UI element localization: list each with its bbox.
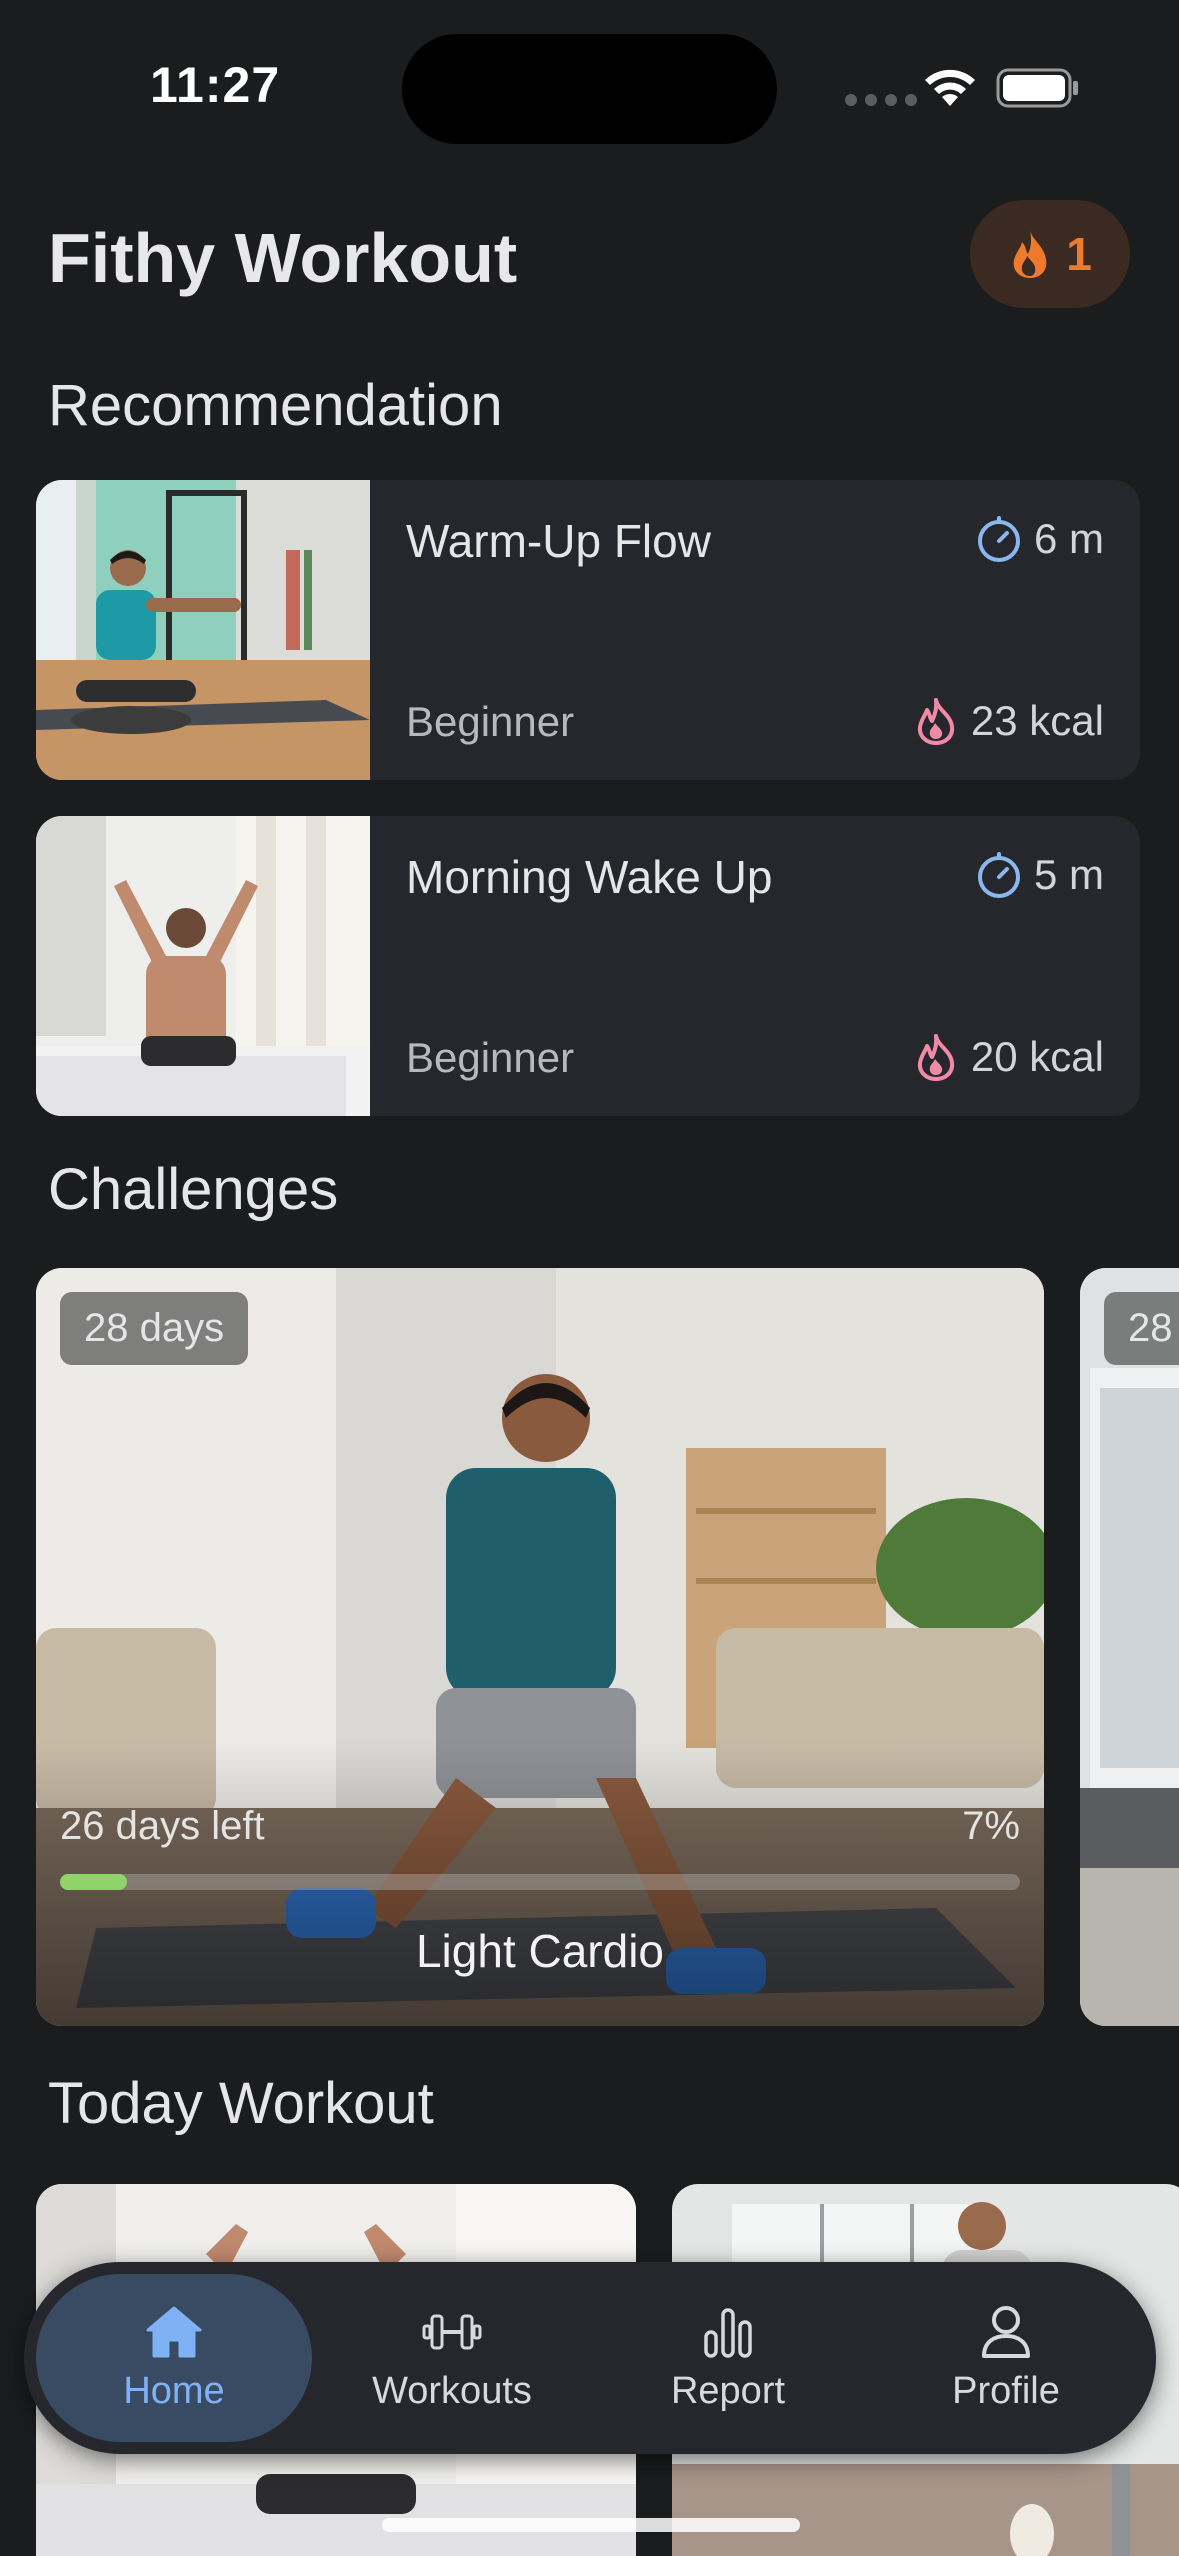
dumbbell-icon — [422, 2314, 482, 2349]
app-title: Fithy Workout — [48, 219, 518, 297]
challenge-progress-percent: 7% — [962, 1804, 1020, 1848]
workout-thumbnail — [36, 480, 370, 780]
calorie-flame-icon — [917, 1034, 954, 1081]
timer-icon — [977, 516, 1020, 562]
cellular-signal-icon — [845, 94, 917, 106]
workout-kcal: 23 kcal — [911, 696, 1104, 746]
bottom-navigation-bar: Home Workouts Report Profile — [24, 2262, 1156, 2454]
workout-duration: 6 m — [974, 514, 1104, 564]
workout-duration: 5 m — [974, 850, 1104, 900]
challenge-image — [36, 1268, 1044, 2026]
challenge-card[interactable]: 28 — [1080, 1268, 1179, 2026]
timer-icon — [977, 852, 1020, 898]
streak-count: 1 — [1066, 228, 1092, 280]
status-time: 11:27 — [150, 57, 281, 113]
workout-kcal: 20 kcal — [911, 1032, 1104, 1082]
dynamic-island — [402, 34, 777, 144]
wifi-icon — [925, 69, 975, 106]
recommendation-card[interactable]: Warm-Up Flow 6 m Beginner 23 kcal — [36, 480, 1140, 780]
challenge-progress-fill — [60, 1874, 128, 1890]
challenge-progress-bar — [60, 1874, 1020, 1890]
flame-icon — [1013, 230, 1047, 278]
challenge-card[interactable]: 28 days 26 days left 7% Light Cardio — [36, 1268, 1044, 2026]
challenge-name: Light Cardio — [415, 1925, 665, 1977]
challenge-duration-badge: 28 days — [60, 1292, 249, 1365]
nav-label: Workouts — [372, 2369, 532, 2412]
status-bar: 11:27 — [0, 0, 1179, 170]
streak-badge[interactable]: 1 — [970, 200, 1130, 308]
recommendation-card[interactable]: Morning Wake Up 5 m Beginner 20 kcal — [36, 816, 1140, 1116]
workout-name: Morning Wake Up — [406, 851, 773, 903]
section-title-today-workout: Today Workout — [48, 2071, 434, 2136]
section-title-challenges: Challenges — [48, 1157, 339, 1222]
challenge-duration-badge: 28 — [1104, 1292, 1179, 1365]
kcal-text: 23 kcal — [970, 697, 1104, 744]
nav-item-home[interactable]: Home — [36, 2274, 312, 2442]
workout-level: Beginner — [406, 698, 575, 745]
challenge-days-left: 26 days left — [60, 1804, 265, 1848]
workout-level: Beginner — [406, 1034, 575, 1081]
home-indicator — [382, 2518, 800, 2532]
nav-item-workouts[interactable]: Workouts — [314, 2274, 590, 2442]
duration-text: 5 m — [1033, 851, 1104, 898]
bar-chart-icon — [704, 2307, 752, 2358]
calorie-flame-icon — [917, 698, 954, 745]
nav-label: Home — [123, 2369, 225, 2412]
nav-label: Profile — [952, 2369, 1060, 2412]
duration-text: 6 m — [1033, 515, 1104, 562]
kcal-text: 20 kcal — [970, 1033, 1104, 1080]
nav-item-report[interactable]: Report — [590, 2274, 866, 2442]
home-icon — [146, 2306, 202, 2357]
section-title-recommendation: Recommendation — [48, 373, 503, 438]
nav-label: Report — [670, 2369, 786, 2412]
user-icon — [982, 2305, 1030, 2358]
challenge-image — [1080, 1268, 1179, 2026]
workout-name: Warm-Up Flow — [406, 515, 711, 567]
battery-icon — [996, 68, 1078, 108]
nav-item-profile[interactable]: Profile — [868, 2274, 1144, 2442]
workout-thumbnail — [36, 816, 370, 1116]
